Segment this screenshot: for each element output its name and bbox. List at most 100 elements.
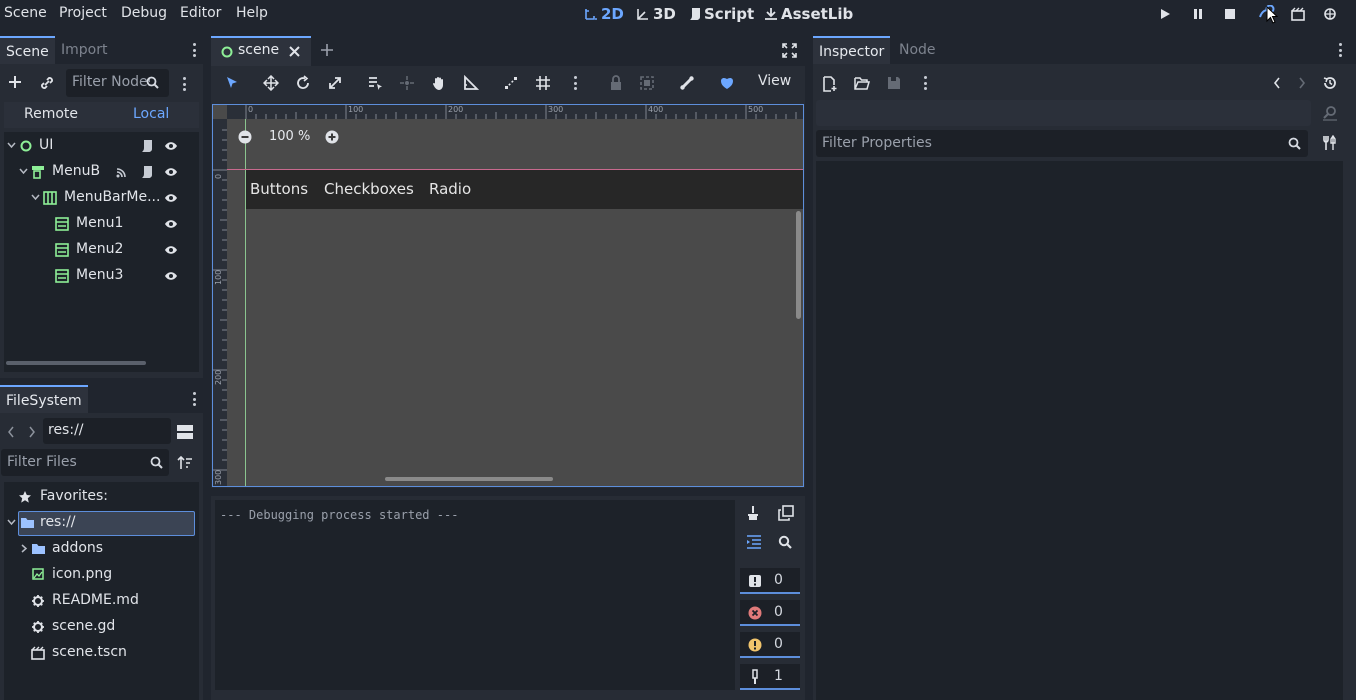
canvas-viewport[interactable]: 0 100 200 300 400 500 0 100 200 300 100 … <box>212 104 804 487</box>
tab-scene-file[interactable]: scene <box>211 36 311 66</box>
menu-project[interactable]: Project <box>59 5 107 21</box>
zoom-in-icon[interactable] <box>325 130 339 144</box>
file-row-scene-gd[interactable]: scene.gd <box>4 615 199 639</box>
filter-files-input[interactable]: Filter Files <box>1 449 169 476</box>
save-icon[interactable] <box>887 76 901 90</box>
tab-scene[interactable]: Scene <box>0 36 55 64</box>
output-log[interactable]: --- Debugging process started --- <box>215 500 735 690</box>
ruler-mode-icon[interactable] <box>462 74 480 92</box>
history-back-icon[interactable] <box>1273 77 1281 89</box>
pause-icon[interactable] <box>1188 5 1208 23</box>
menu-help[interactable]: Help <box>236 5 268 21</box>
tree-node-menu1[interactable]: Menu1 <box>4 212 199 236</box>
history-icon[interactable] <box>1323 76 1337 90</box>
menu-scene[interactable]: Scene <box>4 5 47 21</box>
inspector-dock-menu-icon[interactable] <box>1337 41 1343 59</box>
tab-import[interactable]: Import <box>55 36 113 64</box>
open-folder-icon[interactable] <box>854 76 870 90</box>
script-attached-icon[interactable] <box>141 165 153 179</box>
distraction-free-icon[interactable] <box>782 43 797 58</box>
sort-icon[interactable] <box>177 455 193 471</box>
viewport-hscrollbar[interactable] <box>385 477 553 481</box>
object-path-field[interactable] <box>816 100 1311 126</box>
path-field[interactable]: res:// <box>43 418 171 444</box>
res-root-row[interactable]: res:// <box>4 511 199 536</box>
tree-node-menu3[interactable]: Menu3 <box>4 264 199 288</box>
signal-connection-icon[interactable] <box>116 166 128 178</box>
file-row-addons[interactable]: addons <box>4 537 199 561</box>
inspector-options-icon[interactable] <box>922 74 928 92</box>
scale-mode-icon[interactable] <box>326 74 344 92</box>
workspace-assetlib-button[interactable]: AssetLib <box>764 5 853 23</box>
stop-icon[interactable] <box>1220 5 1240 23</box>
zoom-level[interactable]: 100 % <box>269 129 310 144</box>
close-icon[interactable] <box>289 46 300 57</box>
scene-tree-hscrollbar[interactable] <box>6 361 146 365</box>
search-icon[interactable] <box>778 535 792 549</box>
filesystem-menu-icon[interactable] <box>191 390 197 408</box>
errors-filter-toggle[interactable]: 0 <box>740 600 800 626</box>
zoom-out-icon[interactable] <box>238 130 252 144</box>
forward-arrow-icon[interactable] <box>28 426 36 438</box>
file-row-readme[interactable]: README.md <box>4 589 199 613</box>
visibility-eye-icon[interactable] <box>164 166 178 178</box>
chevron-down-icon[interactable] <box>7 141 16 150</box>
new-resource-icon[interactable] <box>823 76 837 92</box>
menu-editor[interactable]: Editor <box>180 5 221 21</box>
visibility-eye-icon[interactable] <box>164 140 178 152</box>
editor-messages-filter-toggle[interactable]: 1 <box>740 664 800 690</box>
pan-hand-icon[interactable] <box>430 74 448 92</box>
scene-tree-options-icon[interactable] <box>181 75 187 93</box>
visibility-eye-icon[interactable] <box>164 270 178 282</box>
tools-icon[interactable] <box>1322 135 1338 151</box>
visibility-eye-icon[interactable] <box>164 218 178 230</box>
add-node-icon[interactable] <box>8 75 22 89</box>
tree-node-ui[interactable]: UI <box>4 134 199 158</box>
view-menu-button[interactable]: View <box>758 73 791 89</box>
file-row-scene-tscn[interactable]: scene.tscn <box>4 641 199 665</box>
tab-inspector[interactable]: Inspector <box>813 36 891 64</box>
favorites-row[interactable]: Favorites: <box>4 485 199 509</box>
split-view-icon[interactable] <box>176 424 194 440</box>
lock-icon[interactable] <box>607 74 625 92</box>
filter-properties-input[interactable]: Filter Properties <box>816 130 1308 157</box>
messages-filter-toggle[interactable]: 0 <box>740 568 800 594</box>
grid-snap-icon[interactable] <box>534 74 552 92</box>
visibility-eye-icon[interactable] <box>164 192 178 204</box>
movie-maker-icon[interactable] <box>1320 5 1340 23</box>
tree-node-menub[interactable]: MenuB <box>4 160 199 184</box>
snap-options-icon[interactable] <box>572 74 578 92</box>
list-select-icon[interactable] <box>366 74 384 92</box>
remote-button[interactable]: Remote <box>24 106 78 122</box>
viewport-vscrollbar[interactable] <box>796 211 801 319</box>
collapse-lines-icon[interactable] <box>746 535 762 549</box>
script-attached-icon[interactable] <box>141 139 153 153</box>
move-mode-icon[interactable] <box>262 74 280 92</box>
workspace-script-button[interactable]: Script <box>689 5 754 23</box>
file-row-icon-png[interactable]: icon.png <box>4 563 199 587</box>
bone-icon[interactable] <box>678 74 696 92</box>
tree-node-menubarmenu[interactable]: MenuBarMe... <box>4 186 199 210</box>
filter-nodes-input[interactable]: Filter Nodes <box>66 69 169 97</box>
workspace-3d-button[interactable]: 3D <box>636 5 676 23</box>
smart-snap-icon[interactable] <box>502 74 520 92</box>
history-forward-icon[interactable] <box>1298 77 1306 89</box>
local-button[interactable]: Local <box>133 106 169 122</box>
workspace-2d-button[interactable]: 2D <box>584 5 624 23</box>
chevron-down-icon[interactable] <box>19 167 28 176</box>
select-mode-icon[interactable] <box>223 74 241 92</box>
menu-debug[interactable]: Debug <box>121 5 167 21</box>
clear-broom-icon[interactable] <box>746 505 760 521</box>
object-properties-search-icon[interactable] <box>1322 105 1338 121</box>
link-icon[interactable] <box>39 75 55 91</box>
clapperboard-icon[interactable] <box>1288 5 1308 23</box>
tab-filesystem[interactable]: FileSystem <box>0 385 88 413</box>
tree-node-menu2[interactable]: Menu2 <box>4 238 199 262</box>
tab-node[interactable]: Node <box>893 36 942 64</box>
menubar-checkboxes[interactable]: Checkboxes <box>324 180 414 198</box>
new-tab-plus-icon[interactable] <box>320 43 334 57</box>
pivot-icon[interactable] <box>398 74 416 92</box>
chevron-down-icon[interactable] <box>7 518 16 527</box>
warnings-filter-toggle[interactable]: 0 <box>740 632 800 658</box>
copy-icon[interactable] <box>778 505 794 521</box>
